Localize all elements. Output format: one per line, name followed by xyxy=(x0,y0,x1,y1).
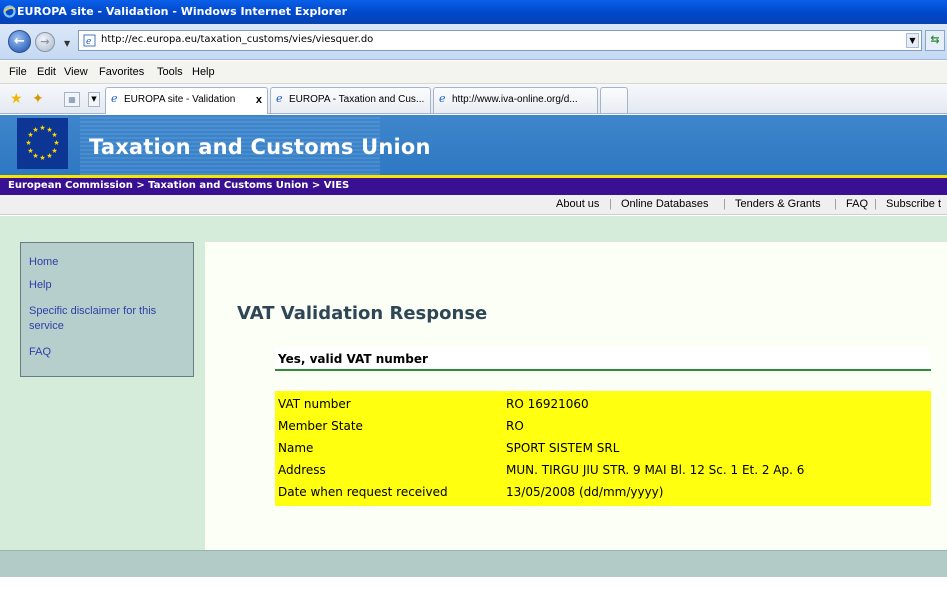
site-title: Taxation and Customs Union xyxy=(89,135,431,159)
svg-text:★: ★ xyxy=(32,126,38,134)
page-icon: e xyxy=(276,92,283,104)
tab-taxation[interactable]: e EUROPA - Taxation and Cus... xyxy=(270,87,431,113)
page-title: VAT Validation Response xyxy=(237,303,488,324)
tab-label: EUROPA site - Validation xyxy=(124,94,236,105)
ie-logo-icon xyxy=(3,5,16,18)
address-dropdown-button[interactable]: ▼ xyxy=(906,33,919,48)
tab-label: EUROPA - Taxation and Cus... xyxy=(289,94,425,105)
content-top-strip xyxy=(205,216,947,242)
eu-flag-icon: ★ ★★ ★★★ ★★★ ★★★ xyxy=(17,118,68,169)
address-toolbar: ← → ▼ e http://ec.europa.eu/taxation_cus… xyxy=(0,24,947,60)
request-date-label: Date when request received xyxy=(278,485,448,499)
menu-help[interactable]: Help xyxy=(192,66,215,78)
sidebar-item-disclaimer[interactable]: Specific disclaimer for this xyxy=(29,304,156,318)
close-icon[interactable]: x xyxy=(256,88,262,112)
status-text: Yes, valid VAT number xyxy=(278,352,428,366)
add-favorites-icon[interactable]: ✦ xyxy=(32,92,44,106)
menu-bar: File Edit View Favorites Tools Help xyxy=(0,61,947,84)
member-state-label: Member State xyxy=(278,419,363,433)
page-icon: e xyxy=(439,92,446,104)
svg-text:★: ★ xyxy=(46,152,52,160)
top-navigation: About us | Online Databases | Tenders & … xyxy=(0,195,947,215)
quick-tabs-icon[interactable]: ▦ xyxy=(64,92,80,107)
new-tab[interactable] xyxy=(600,87,628,113)
menu-edit[interactable]: Edit xyxy=(37,66,56,78)
menu-view[interactable]: View xyxy=(64,66,88,78)
svg-text:★: ★ xyxy=(27,147,33,155)
address-value: MUN. TIRGU JIU STR. 9 MAI Bl. 12 Sc. 1 E… xyxy=(506,463,805,477)
window-titlebar: EUROPA site - Validation - Windows Inter… xyxy=(0,0,947,24)
svg-text:e: e xyxy=(276,92,283,104)
nav-separator: | xyxy=(609,198,612,210)
refresh-icon: ⇆ xyxy=(930,33,940,46)
tab-iva-online[interactable]: e http://www.iva-online.org/d... xyxy=(433,87,598,113)
menu-favorites[interactable]: Favorites xyxy=(99,66,144,78)
vat-number-label: VAT number xyxy=(278,397,351,411)
sidebar-item-faq[interactable]: FAQ xyxy=(29,345,51,359)
forward-arrow-icon: → xyxy=(40,35,50,48)
svg-text:★: ★ xyxy=(53,139,59,147)
menu-tools[interactable]: Tools xyxy=(157,66,183,78)
sidebar-item-disclaimer-cont[interactable]: service xyxy=(29,319,64,333)
favorites-star-icon[interactable]: ★ xyxy=(10,92,23,106)
menu-file[interactable]: File xyxy=(9,66,27,78)
refresh-button[interactable]: ⇆ xyxy=(925,30,945,51)
svg-text:e: e xyxy=(86,37,91,47)
sidebar-menu: Home Help Specific disclaimer for this s… xyxy=(20,242,194,377)
nav-tenders-grants[interactable]: Tenders & Grants xyxy=(735,198,821,210)
member-state-value: RO xyxy=(506,419,524,433)
nav-about-us[interactable]: About us xyxy=(556,198,599,210)
tab-list-icon[interactable]: ▼ xyxy=(88,92,100,107)
site-banner: ★ ★ ★ ★ ★ ★ ★ ★ ★ ★ ★ ★ Taxation and Customs Uni… xyxy=(0,115,947,175)
svg-text:★: ★ xyxy=(51,131,57,139)
address-url[interactable]: http://ec.europa.eu/taxation_customs/vie… xyxy=(101,34,373,45)
sidebar-item-home[interactable]: Home xyxy=(29,255,58,269)
svg-text:e: e xyxy=(439,92,446,104)
nav-faq[interactable]: FAQ xyxy=(846,198,868,210)
address-field[interactable]: e http://ec.europa.eu/taxation_customs/v… xyxy=(78,30,922,51)
nav-online-databases[interactable]: Online Databases xyxy=(621,198,708,210)
tab-bar: ★ ✦ ▦ ▼ e EUROPA site - Validation x e EUR… xyxy=(0,84,947,114)
footer-bar xyxy=(0,550,947,577)
page-icon: e xyxy=(83,34,96,47)
svg-text:★: ★ xyxy=(39,154,45,162)
svg-text:e: e xyxy=(111,92,118,104)
tab-label: http://www.iva-online.org/d... xyxy=(452,94,578,105)
recent-pages-dropdown[interactable]: ▼ xyxy=(64,39,70,48)
breadcrumb[interactable]: European Commission > Taxation and Custo… xyxy=(0,178,947,195)
address-label: Address xyxy=(278,463,326,477)
nav-separator: | xyxy=(874,198,877,210)
back-button[interactable]: ← xyxy=(8,30,31,53)
nav-subscribe[interactable]: Subscribe t xyxy=(886,198,941,210)
forward-button[interactable]: → xyxy=(35,32,55,52)
window-title: EUROPA site - Validation - Windows Inter… xyxy=(17,5,348,18)
validation-results-table: VAT number RO 16921060 Member State RO N… xyxy=(275,391,931,506)
name-label: Name xyxy=(278,441,314,455)
vat-number-value: RO 16921060 xyxy=(506,397,589,411)
svg-text:★: ★ xyxy=(39,124,45,132)
nav-separator: | xyxy=(723,198,726,210)
svg-text:★: ★ xyxy=(25,139,31,147)
validation-status: Yes, valid VAT number xyxy=(275,347,931,371)
sidebar-item-help[interactable]: Help xyxy=(29,278,52,292)
name-value: SPORT SISTEM SRL xyxy=(506,441,620,455)
nav-separator: | xyxy=(834,198,837,210)
request-date-value: 13/05/2008 (dd/mm/yyyy) xyxy=(506,485,664,499)
back-arrow-icon: ← xyxy=(14,34,25,49)
tab-europa-validation[interactable]: e EUROPA site - Validation x xyxy=(105,87,268,114)
page-icon: e xyxy=(111,92,118,104)
